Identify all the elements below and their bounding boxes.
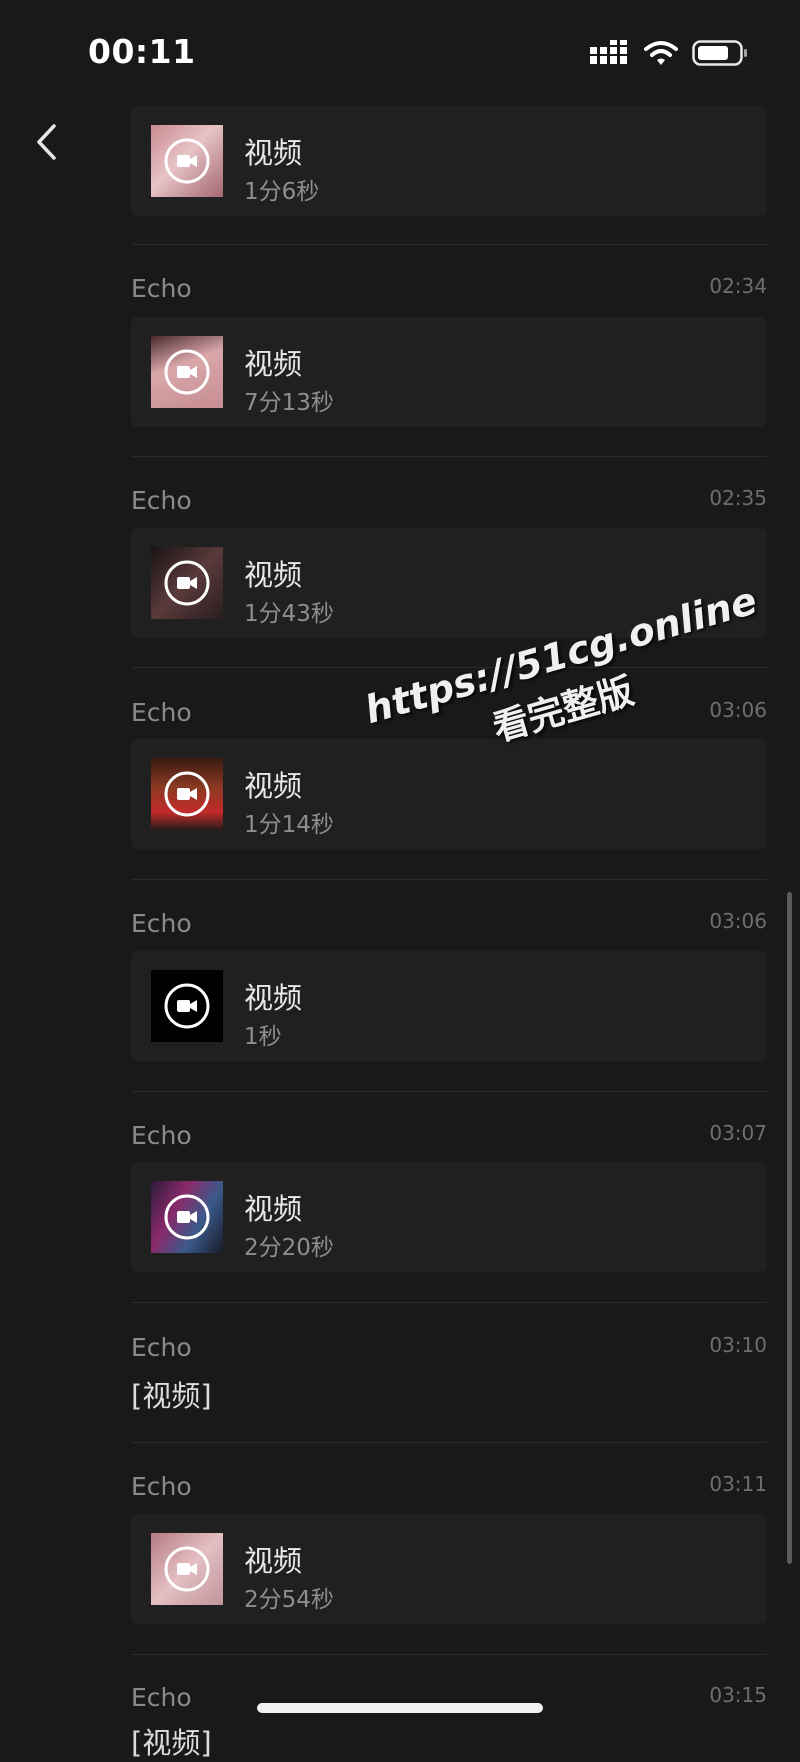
video-title: 视频 — [244, 1544, 303, 1578]
sender-name: Echo — [131, 1333, 192, 1362]
wifi-icon — [644, 41, 678, 65]
video-camera-icon — [164, 1546, 210, 1592]
message-time: 03:06 — [709, 909, 767, 933]
status-bar: 00:11 — [0, 0, 800, 100]
divider — [131, 456, 767, 457]
video-title: 视频 — [244, 136, 303, 170]
video-message-card[interactable]: 视频 2分20秒 — [131, 1162, 767, 1272]
chevron-left-icon — [37, 124, 56, 160]
video-message-card[interactable]: 视频 1秒 — [131, 951, 767, 1061]
divider — [131, 1091, 767, 1092]
message-time: 03:07 — [709, 1121, 767, 1145]
message-time: 02:34 — [709, 274, 767, 298]
divider — [131, 1654, 767, 1655]
video-title: 视频 — [244, 558, 303, 592]
video-duration: 7分13秒 — [244, 390, 334, 416]
sender-name: Echo — [131, 698, 192, 727]
video-thumbnail — [151, 1533, 223, 1605]
cellular-signal-icon — [590, 40, 627, 64]
video-message-card[interactable]: 视频 2分54秒 — [131, 1514, 767, 1624]
video-title: 视频 — [244, 769, 303, 803]
status-time: 00:11 — [88, 32, 196, 71]
scrollbar[interactable] — [787, 892, 792, 1564]
message-time: 03:10 — [709, 1333, 767, 1357]
video-thumbnail — [151, 125, 223, 197]
video-thumbnail — [151, 970, 223, 1042]
message-time: 03:06 — [709, 698, 767, 722]
divider — [131, 244, 767, 245]
divider — [131, 667, 767, 668]
video-message-card[interactable]: 视频 1分6秒 — [131, 106, 767, 216]
video-thumbnail — [151, 758, 223, 830]
video-duration: 1分43秒 — [244, 601, 334, 627]
video-thumbnail — [151, 336, 223, 408]
sender-name: Echo — [131, 909, 192, 938]
message-time: 02:35 — [709, 486, 767, 510]
sender-name: Echo — [131, 486, 192, 515]
divider — [131, 879, 767, 880]
video-title: 视频 — [244, 1192, 303, 1226]
message-time: 03:15 — [709, 1683, 767, 1707]
video-camera-icon — [164, 138, 210, 184]
video-camera-icon — [164, 560, 210, 606]
video-camera-icon — [164, 1194, 210, 1240]
video-camera-icon — [164, 771, 210, 817]
video-duration: 1分14秒 — [244, 812, 334, 838]
video-message-card[interactable]: 视频 1分14秒 — [131, 739, 767, 849]
sender-name: Echo — [131, 274, 192, 303]
sender-name: Echo — [131, 1472, 192, 1501]
video-thumbnail — [151, 1181, 223, 1253]
video-camera-icon — [164, 983, 210, 1029]
back-button[interactable] — [28, 118, 64, 166]
sender-name: Echo — [131, 1121, 192, 1150]
divider — [131, 1302, 767, 1303]
video-duration: 2分54秒 — [244, 1587, 334, 1613]
video-camera-icon — [164, 349, 210, 395]
status-icons — [590, 38, 748, 68]
video-thumbnail — [151, 547, 223, 619]
video-duration: 1分6秒 — [244, 179, 320, 205]
video-message-card[interactable]: 视频 1分43秒 — [131, 528, 767, 638]
sender-name: Echo — [131, 1683, 192, 1712]
message-time: 03:11 — [709, 1472, 767, 1496]
video-duration: 1秒 — [244, 1024, 282, 1050]
video-message-card[interactable]: 视频 7分13秒 — [131, 317, 767, 427]
battery-icon — [692, 40, 747, 66]
home-indicator[interactable] — [257, 1703, 543, 1713]
video-title: 视频 — [244, 347, 303, 381]
video-title: 视频 — [244, 981, 303, 1015]
video-duration: 2分20秒 — [244, 1235, 334, 1261]
text-message[interactable]: [视频] — [131, 1373, 212, 1415]
divider — [131, 1442, 767, 1443]
text-message[interactable]: [视频] — [131, 1720, 212, 1762]
